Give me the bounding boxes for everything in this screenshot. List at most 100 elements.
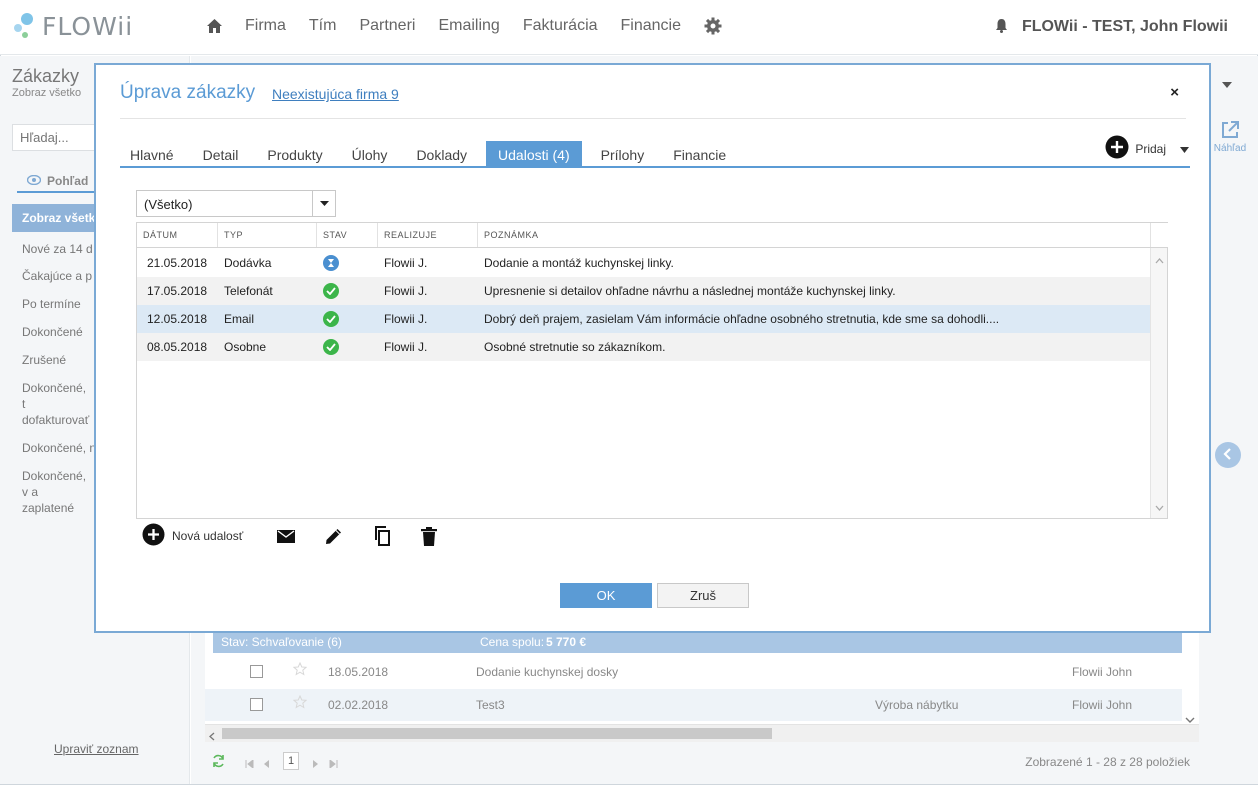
tab-produkty[interactable]: Produkty	[257, 141, 332, 166]
cell-type: Dodávka	[224, 256, 272, 270]
scrollbar-corner	[1151, 223, 1168, 248]
new-event-button[interactable]: Nová udalosť	[142, 523, 243, 549]
edit-pencil-icon[interactable]	[325, 527, 343, 545]
item-count: Zobrazené 1 - 28 z 28 položiek	[1025, 755, 1190, 769]
refresh-icon[interactable]	[211, 754, 226, 771]
preview-label: Náhľad	[1213, 143, 1247, 154]
tab-prilohy[interactable]: Prílohy	[591, 141, 655, 166]
logo-text: FLOWii	[42, 12, 134, 41]
tab-financie[interactable]: Financie	[663, 141, 736, 166]
current-page[interactable]: 1	[283, 752, 299, 770]
home-icon[interactable]	[206, 18, 223, 34]
dialog-divider	[120, 118, 1186, 119]
group-header-row[interactable]: Stav: Schvaľovanie (6) Cena spolu: 5 770…	[213, 632, 1182, 653]
copy-icon[interactable]	[373, 526, 391, 546]
trash-icon[interactable]	[421, 526, 438, 546]
tab-ulohy[interactable]: Úlohy	[342, 141, 398, 166]
table-row[interactable]: 17.05.2018 Telefonát Flowii J. Upresneni…	[137, 277, 1151, 305]
column-header-type[interactable]: TYP	[218, 223, 317, 247]
nav-firma[interactable]: Firma	[245, 17, 286, 35]
last-page-icon[interactable]	[329, 757, 338, 771]
cancel-button[interactable]: Zruš	[657, 583, 749, 608]
edit-order-dialog: Úprava zákazky Neexistujúca firma 9 × Hl…	[94, 63, 1211, 633]
right-dropdown-arrow-icon[interactable]	[1222, 76, 1232, 91]
table-row[interactable]: 08.05.2018 Osobne Flowii J. Osobné stret…	[137, 333, 1151, 361]
tab-detail[interactable]: Detail	[193, 141, 249, 166]
cell-date: 08.05.2018	[147, 340, 208, 354]
first-page-icon[interactable]	[245, 757, 254, 771]
top-navigation-bar: FLOWii Firma Tím Partneri Emailing Faktu…	[0, 0, 1258, 55]
tab-hlavne[interactable]: Hlavné	[120, 141, 184, 166]
table-row[interactable]: 02.02.2018 Test3 Výroba nábytku Flowii J…	[205, 689, 1182, 721]
collapse-panel-button[interactable]	[1215, 442, 1241, 468]
filter-value: (Všetko)	[144, 197, 193, 212]
dialog-title: Úprava zákazky	[120, 82, 256, 103]
cell-assignee: Flowii J.	[384, 284, 428, 298]
table-row[interactable]: 21.05.2018 Dodávka Flowii J. Dodanie a m…	[137, 249, 1151, 277]
row-owner: Flowii John	[1072, 698, 1133, 712]
gear-icon[interactable]	[704, 17, 722, 35]
dialog-tabs: Hlavné Detail Produkty Úlohy Doklady Uda…	[120, 141, 1190, 168]
cell-type: Email	[224, 312, 255, 326]
sidebar-title: Zákazky	[12, 66, 80, 86]
plus-circle-icon	[1105, 135, 1129, 162]
group-total-value: 5 770 €	[546, 635, 587, 649]
caret-down-icon[interactable]	[312, 191, 335, 216]
column-header-assignee[interactable]: REALIZUJE	[378, 223, 478, 247]
row-date: 18.05.2018	[328, 665, 389, 679]
edit-list-link[interactable]: Upraviť zoznam	[54, 742, 139, 756]
bell-icon[interactable]	[995, 18, 1008, 36]
column-header-date[interactable]: DÁTUM	[137, 223, 218, 247]
close-icon[interactable]: ×	[1170, 84, 1179, 101]
sidebar-item-done-paid[interactable]: Dokončené, v a zaplatené	[12, 462, 94, 522]
vertical-scrollbar[interactable]	[1150, 223, 1168, 518]
prev-page-icon[interactable]	[263, 757, 269, 771]
cell-date: 12.05.2018	[147, 312, 208, 326]
email-icon[interactable]	[277, 529, 296, 543]
eye-icon	[26, 174, 42, 188]
status-pending-icon	[323, 255, 339, 271]
logo[interactable]: FLOWii	[12, 10, 133, 43]
logo-drops-icon	[12, 10, 36, 43]
chevron-left-icon[interactable]	[209, 729, 215, 744]
firm-link[interactable]: Neexistujúca firma 9	[272, 86, 399, 102]
preview-tool[interactable]: Náhľad	[1210, 120, 1250, 154]
row-checkbox[interactable]	[250, 698, 263, 711]
cell-type: Telefonát	[224, 284, 273, 298]
cell-type: Osobne	[224, 340, 267, 354]
tab-udalosti[interactable]: Udalosti (4)	[486, 141, 582, 166]
ok-button[interactable]: OK	[560, 583, 652, 608]
cell-assignee: Flowii J.	[384, 256, 428, 270]
user-name[interactable]: FLOWii - TEST, John Flowii	[1022, 18, 1228, 36]
tab-doklady[interactable]: Doklady	[406, 141, 477, 166]
chevron-up-icon[interactable]	[1155, 252, 1164, 267]
nav-tim[interactable]: Tím	[309, 17, 337, 35]
grid-header: DÁTUM TYP STAV REALIZUJE POZNÁMKA	[137, 223, 1151, 248]
column-header-status[interactable]: STAV	[317, 223, 378, 247]
star-icon[interactable]	[292, 661, 308, 679]
add-button[interactable]: Pridaj	[1105, 135, 1189, 162]
pager: 1 Zobrazené 1 - 28 z 28 položiek	[205, 748, 1199, 776]
event-filter-select[interactable]: (Všetko)	[136, 190, 336, 217]
user-area: FLOWii - TEST, John Flowii	[995, 18, 1228, 36]
star-icon[interactable]	[292, 694, 308, 712]
sidebar-item-done-to-invoice[interactable]: Dokončené, t dofakturovať	[12, 374, 94, 434]
next-page-icon[interactable]	[313, 757, 319, 771]
nav-emailing[interactable]: Emailing	[438, 17, 499, 35]
cell-note: Osobné stretnutie so zákazníkom.	[484, 340, 666, 354]
chevron-down-icon[interactable]	[1155, 499, 1164, 514]
cell-assignee: Flowii J.	[384, 312, 428, 326]
nav-fakturacia[interactable]: Fakturácia	[523, 17, 598, 35]
nav-partneri[interactable]: Partneri	[359, 17, 415, 35]
table-row[interactable]: 12.05.2018 Email Flowii J. Dobrý deň pra…	[137, 305, 1151, 333]
row-checkbox[interactable]	[250, 665, 263, 678]
view-tab-label: Pohľad	[47, 174, 89, 188]
chevron-left-icon	[1223, 447, 1233, 463]
column-header-note[interactable]: POZNÁMKA	[478, 223, 1151, 247]
table-row[interactable]: 18.05.2018 Dodanie kuchynskej dosky Flow…	[205, 656, 1182, 688]
scrollbar-thumb[interactable]	[222, 728, 772, 739]
caret-down-icon[interactable]	[1180, 142, 1189, 156]
horizontal-scrollbar[interactable]	[205, 724, 1199, 742]
nav-financie[interactable]: Financie	[621, 17, 681, 35]
new-event-label: Nová udalosť	[172, 529, 244, 543]
